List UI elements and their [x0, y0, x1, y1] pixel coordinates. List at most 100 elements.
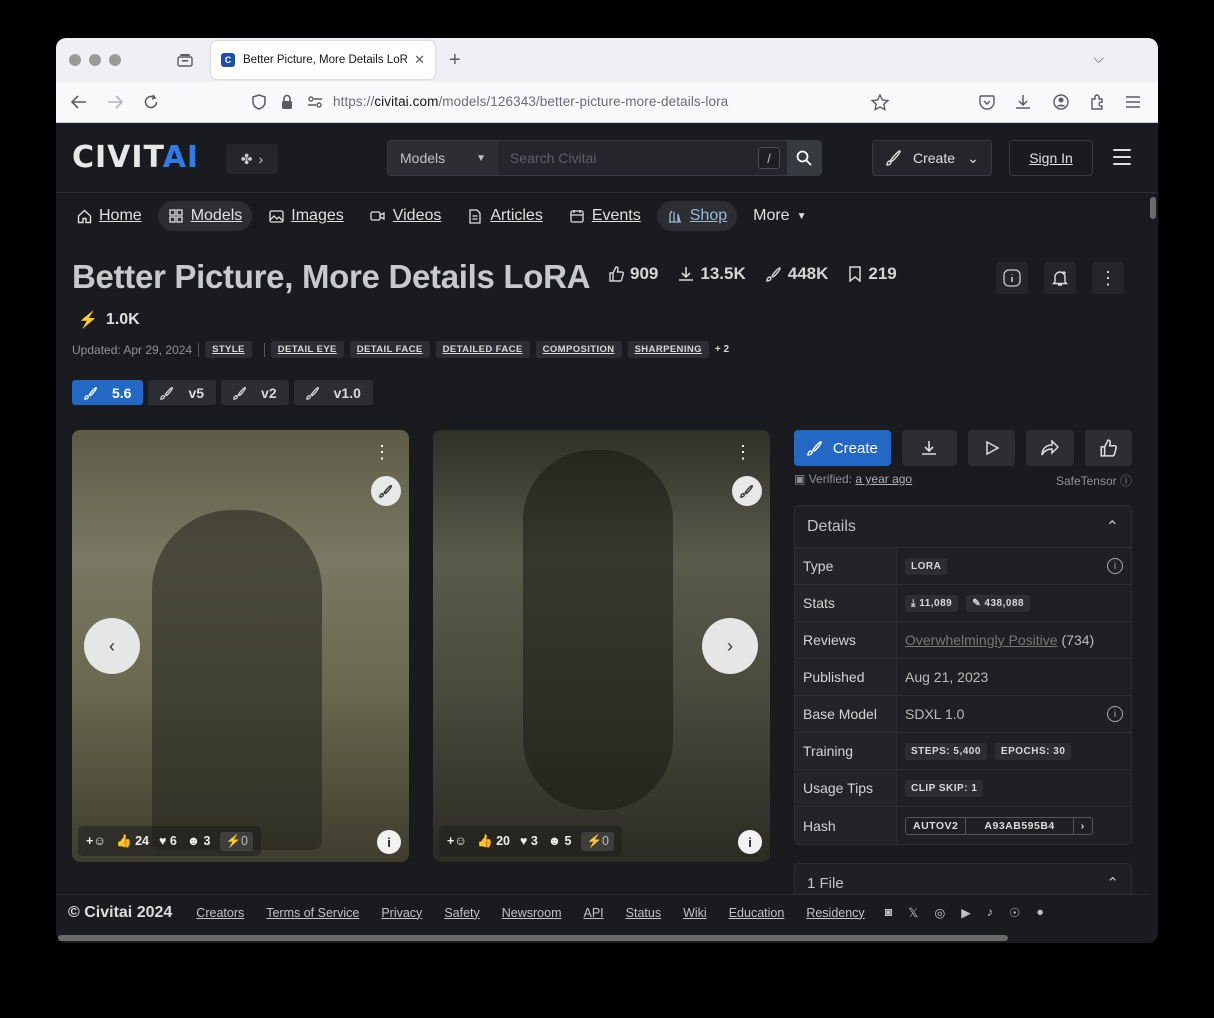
- footer-link-wiki[interactable]: Wiki: [683, 906, 707, 920]
- back-icon[interactable]: [70, 93, 88, 111]
- dots-vertical-icon[interactable]: ⋮: [373, 442, 391, 463]
- info-icon[interactable]: i: [1107, 706, 1123, 722]
- category-tag[interactable]: STYLE: [205, 341, 252, 358]
- tip-buzz[interactable]: ⚡0: [220, 831, 253, 851]
- info-icon[interactable]: i: [1107, 558, 1123, 574]
- tag-sharpening[interactable]: SHARPENING: [627, 341, 709, 358]
- reaction-like[interactable]: 👍 20: [477, 834, 510, 849]
- download-button[interactable]: [901, 430, 957, 466]
- reaction-heart[interactable]: ♥ 6: [159, 834, 177, 848]
- reddit-icon[interactable]: ☉: [1009, 905, 1020, 920]
- version-tab-v1-0[interactable]: v1.0: [293, 380, 373, 405]
- header-create-button[interactable]: Create ⌄: [872, 140, 992, 176]
- nav-home[interactable]: Home: [66, 201, 152, 231]
- vertical-scrollbar[interactable]: [1150, 197, 1156, 219]
- tag-composition[interactable]: COMPOSITION: [535, 341, 622, 358]
- footer-link-residency[interactable]: Residency: [806, 906, 864, 920]
- create-button[interactable]: Create: [794, 430, 891, 466]
- new-tab-icon[interactable]: +: [449, 49, 461, 72]
- reaction-heart[interactable]: ♥ 3: [520, 834, 538, 848]
- zoom-window-button[interactable]: [109, 54, 121, 66]
- horizontal-scrollbar[interactable]: [58, 935, 1008, 941]
- list-all-tabs-icon[interactable]: ⌵: [1093, 50, 1104, 67]
- footer-link-safety[interactable]: Safety: [444, 906, 479, 920]
- notify-button[interactable]: [1044, 262, 1076, 294]
- reviews-link[interactable]: Overwhelmingly Positive: [905, 632, 1058, 648]
- github-icon[interactable]: ●: [1036, 905, 1044, 920]
- hash-selector[interactable]: AUTOV2 A93AB595B4 ›: [905, 816, 1093, 835]
- hamburger-menu-icon[interactable]: [1113, 149, 1131, 165]
- account-icon[interactable]: [1052, 93, 1070, 111]
- discord-icon[interactable]: ◙: [885, 905, 893, 920]
- details-header[interactable]: Details ⌃: [795, 506, 1131, 548]
- tiktok-icon[interactable]: ♪: [987, 905, 993, 920]
- extensions-icon[interactable]: [1088, 93, 1106, 111]
- tag-detail-eye[interactable]: DETAIL EYE: [270, 341, 344, 358]
- forward-icon[interactable]: [106, 93, 124, 111]
- search-input[interactable]: [498, 141, 787, 175]
- remix-brush-icon[interactable]: [371, 476, 401, 506]
- carousel-next-button[interactable]: ›: [702, 618, 758, 674]
- logo-expand-button[interactable]: ✤ ›: [226, 144, 278, 174]
- bookmark-star-icon[interactable]: [871, 93, 889, 111]
- footer-link-terms[interactable]: Terms of Service: [266, 906, 359, 920]
- nav-models[interactable]: Models: [157, 201, 253, 231]
- image-info-icon[interactable]: i: [377, 830, 401, 854]
- shield-icon[interactable]: [250, 93, 268, 111]
- add-reaction-icon[interactable]: +☺: [86, 834, 106, 848]
- lock-icon[interactable]: [278, 93, 296, 111]
- footer-link-api[interactable]: API: [584, 906, 604, 920]
- x-twitter-icon[interactable]: 𝕏: [908, 905, 918, 920]
- reaction-laugh[interactable]: ☻ 3: [187, 834, 211, 848]
- reaction-like[interactable]: 👍 24: [116, 834, 149, 849]
- dots-vertical-icon[interactable]: ⋮: [734, 442, 752, 463]
- share-button[interactable]: [1026, 430, 1074, 466]
- close-window-button[interactable]: [69, 54, 81, 66]
- image-info-icon[interactable]: i: [738, 830, 762, 854]
- nav-articles[interactable]: Articles: [457, 201, 552, 231]
- tip-buzz[interactable]: ⚡0: [581, 831, 614, 851]
- files-accordion-header[interactable]: 1 File ⌃: [794, 863, 1132, 895]
- verified-time[interactable]: a year ago: [855, 472, 912, 486]
- search-button[interactable]: [787, 141, 821, 175]
- browser-tab-active[interactable]: C Better Picture, More Details LoRA | St…: [211, 41, 435, 79]
- tag-detail-face[interactable]: DETAIL FACE: [349, 341, 430, 358]
- footer-link-education[interactable]: Education: [729, 906, 785, 920]
- version-tab-v5[interactable]: v5: [148, 380, 217, 405]
- more-options-button[interactable]: ⋮: [1092, 262, 1124, 294]
- add-reaction-icon[interactable]: +☺: [447, 834, 467, 848]
- nav-events[interactable]: Events: [559, 201, 651, 231]
- sign-in-button[interactable]: Sign In: [1009, 140, 1093, 176]
- search-category-select[interactable]: Models ▼: [388, 141, 498, 175]
- url-bar[interactable]: https://civitai.com/models/126343/better…: [333, 94, 728, 109]
- pocket-icon[interactable]: [978, 93, 996, 111]
- reload-icon[interactable]: [142, 93, 160, 111]
- tag-detailed-face[interactable]: DETAILED FACE: [435, 341, 530, 358]
- tab-manager-icon[interactable]: [175, 50, 195, 70]
- reaction-laugh[interactable]: ☻ 5: [548, 834, 572, 848]
- tags-more-button[interactable]: + 2: [715, 344, 729, 355]
- carousel-prev-button[interactable]: ‹: [84, 618, 140, 674]
- nav-shop[interactable]: Shop: [656, 201, 738, 231]
- minimize-window-button[interactable]: [89, 54, 101, 66]
- instagram-icon[interactable]: ◎: [934, 905, 945, 920]
- footer-link-status[interactable]: Status: [626, 906, 661, 920]
- downloads-icon[interactable]: [1014, 93, 1032, 111]
- version-tab-v2[interactable]: v2: [221, 380, 289, 405]
- youtube-icon[interactable]: ▶: [961, 905, 971, 920]
- footer-link-newsroom[interactable]: Newsroom: [502, 906, 562, 920]
- nav-more[interactable]: More ▼: [743, 201, 816, 231]
- app-menu-icon[interactable]: [1124, 93, 1142, 111]
- like-button[interactable]: [1084, 430, 1133, 466]
- footer-link-privacy[interactable]: Privacy: [381, 906, 422, 920]
- play-button[interactable]: [967, 430, 1016, 466]
- info-icon[interactable]: ⓘ: [1120, 474, 1132, 488]
- model-info-button[interactable]: [996, 262, 1028, 294]
- site-permissions-icon[interactable]: [306, 93, 324, 111]
- version-tab-5-6[interactable]: 5.6: [72, 380, 144, 405]
- nav-images[interactable]: Images: [258, 201, 353, 231]
- civitai-logo[interactable]: CIVITAI: [72, 143, 199, 173]
- nav-videos[interactable]: Videos: [360, 201, 452, 231]
- close-tab-icon[interactable]: ✕: [414, 52, 425, 68]
- remix-brush-icon[interactable]: [732, 476, 762, 506]
